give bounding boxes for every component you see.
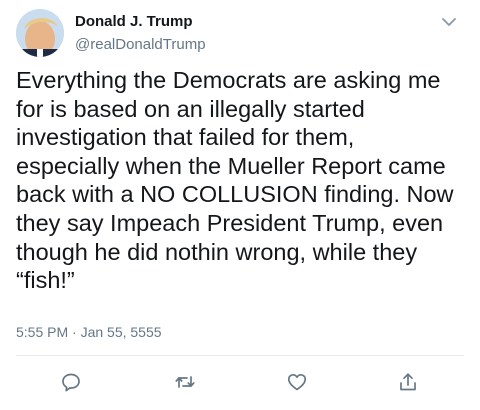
retweet-icon[interactable] bbox=[174, 371, 196, 393]
chevron-down-icon[interactable] bbox=[439, 13, 459, 31]
avatar[interactable] bbox=[16, 9, 64, 57]
avatar-image bbox=[16, 9, 64, 57]
divider bbox=[16, 355, 464, 356]
tweet-timestamp[interactable]: 5:55 PM · Jan 55, 5555 bbox=[16, 324, 162, 340]
author-name[interactable]: Donald J. Trump bbox=[75, 13, 193, 30]
tweet-card: Donald J. Trump @realDonaldTrump Everyth… bbox=[0, 0, 480, 410]
reply-icon[interactable] bbox=[60, 371, 82, 393]
tweet-text: Everything the Democrats are asking me f… bbox=[16, 67, 454, 294]
share-icon[interactable] bbox=[397, 371, 419, 393]
like-icon[interactable] bbox=[286, 371, 308, 393]
author-handle[interactable]: @realDonaldTrump bbox=[75, 36, 206, 53]
